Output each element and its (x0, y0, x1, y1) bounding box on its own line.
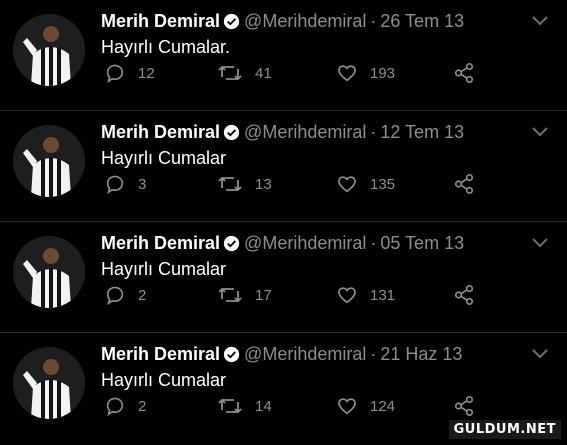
tweet-date[interactable]: 05 Tem 13 (380, 233, 464, 253)
tweet-header: Merih Demiral @Merihdemiral · 26 Tem 13 (101, 10, 527, 35)
tweet-actions: 2 17 131 (0, 284, 567, 308)
retweet-count: 13 (255, 175, 272, 193)
like-count: 135 (370, 175, 396, 193)
tweet-item[interactable]: Merih Demiral @Merihdemiral · 12 Tem 13 Hay… (0, 111, 567, 222)
tweet-text: Hayırlı Cumalar (101, 259, 227, 279)
chevron-down-icon[interactable] (531, 125, 549, 137)
share-button[interactable] (453, 62, 487, 84)
reply-icon (106, 286, 124, 306)
tweet-header: Merih Demiral @Merihdemiral · 05 Tem 13 (101, 232, 527, 257)
retweet-count: 41 (255, 64, 272, 82)
chevron-down-icon[interactable] (531, 14, 549, 26)
share-icon (454, 63, 474, 83)
reply-button[interactable]: 3 (104, 173, 146, 195)
separator: · (370, 122, 377, 142)
author-handle[interactable]: @Merihdemiral (244, 11, 366, 31)
retweet-icon (218, 398, 242, 414)
tweet-item[interactable]: Merih Demiral @Merihdemiral · 05 Tem 13 Hay… (0, 222, 567, 333)
reply-count: 12 (138, 64, 155, 82)
tweet-date[interactable]: 21 Haz 13 (380, 344, 462, 364)
share-icon (454, 396, 474, 416)
tweet-item[interactable]: Merih Demiral @Merihdemiral · 26 Tem 13 Hay… (0, 0, 567, 111)
reply-count: 2 (138, 286, 147, 304)
retweet-button[interactable]: 41 (217, 62, 272, 84)
chevron-down-icon[interactable] (531, 236, 549, 248)
verified-badge-icon (223, 13, 240, 35)
heart-icon (338, 398, 356, 415)
tweet-actions: 2 14 124 (0, 395, 567, 419)
share-button[interactable] (453, 284, 487, 306)
verified-badge-icon (223, 235, 240, 257)
tweet-text: Hayırlı Cumalar (101, 370, 227, 390)
reply-icon (106, 64, 124, 84)
author-handle[interactable]: @Merihdemiral (244, 233, 366, 253)
like-count: 131 (370, 286, 396, 304)
verified-badge-icon (223, 346, 240, 368)
retweet-count: 14 (255, 397, 272, 415)
reply-count: 3 (138, 175, 147, 193)
author-name[interactable]: Merih Demiral (101, 122, 220, 142)
like-count: 124 (370, 397, 396, 415)
retweet-button[interactable]: 14 (217, 395, 272, 417)
chevron-down-icon[interactable] (531, 347, 549, 359)
tweet-date[interactable]: 26 Tem 13 (380, 11, 464, 31)
retweet-icon (218, 65, 242, 81)
share-button[interactable] (453, 395, 487, 417)
reply-button[interactable]: 2 (104, 395, 146, 417)
like-button[interactable]: 135 (336, 173, 395, 195)
like-button[interactable]: 131 (336, 284, 395, 306)
reply-icon (106, 397, 124, 417)
separator: · (370, 233, 377, 253)
like-count: 193 (370, 64, 396, 82)
tweet-date[interactable]: 12 Tem 13 (380, 122, 464, 142)
tweet-actions: 3 13 135 (0, 173, 567, 197)
like-button[interactable]: 193 (336, 62, 395, 84)
separator: · (370, 344, 377, 364)
retweet-icon (218, 287, 242, 303)
heart-icon (338, 287, 356, 304)
verified-badge-icon (223, 124, 240, 146)
tweet-header: Merih Demiral @Merihdemiral · 21 Haz 13 (101, 343, 527, 368)
reply-icon (106, 175, 124, 195)
author-handle[interactable]: @Merihdemiral (244, 122, 366, 142)
share-icon (454, 285, 474, 305)
tweet-header: Merih Demiral @Merihdemiral · 12 Tem 13 (101, 121, 527, 146)
heart-icon (338, 65, 356, 82)
tweet-text: Hayırlı Cumalar. (101, 37, 231, 57)
tweet-text: Hayırlı Cumalar (101, 148, 227, 168)
heart-icon (338, 176, 356, 193)
reply-count: 2 (138, 397, 147, 415)
like-button[interactable]: 124 (336, 395, 395, 417)
share-button[interactable] (453, 173, 487, 195)
retweet-button[interactable]: 17 (217, 284, 272, 306)
share-icon (454, 174, 474, 194)
author-name[interactable]: Merih Demiral (101, 344, 220, 364)
retweet-count: 17 (255, 286, 272, 304)
author-handle[interactable]: @Merihdemiral (244, 344, 366, 364)
reply-button[interactable]: 2 (104, 284, 146, 306)
separator: · (370, 11, 377, 31)
watermark-label: GULDUM.NET (448, 420, 561, 439)
author-name[interactable]: Merih Demiral (101, 11, 220, 31)
author-name[interactable]: Merih Demiral (101, 233, 220, 253)
reply-button[interactable]: 12 (104, 62, 155, 84)
retweet-button[interactable]: 13 (217, 173, 272, 195)
retweet-icon (218, 176, 242, 192)
tweet-actions: 12 41 193 (0, 62, 567, 86)
